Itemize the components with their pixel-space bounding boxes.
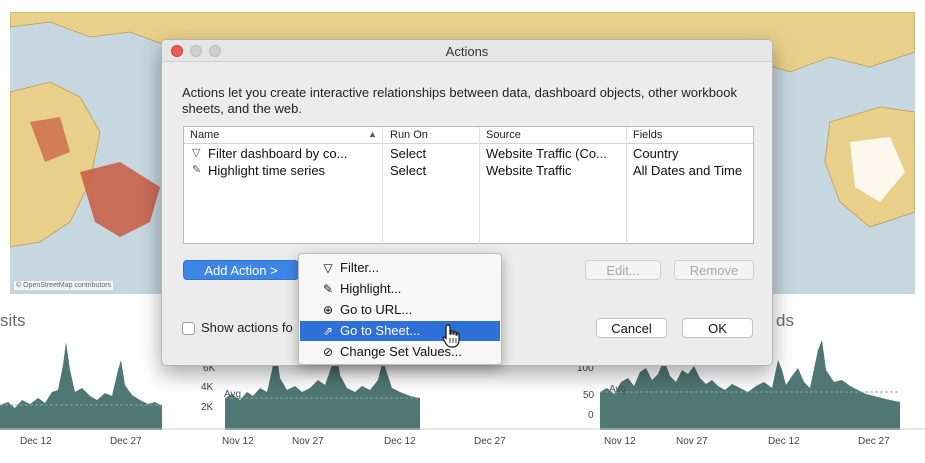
remove-button[interactable]: Remove <box>674 260 754 280</box>
avg-label: Avg <box>224 389 242 400</box>
y-tick: 0 <box>588 410 594 421</box>
x-tick: Nov 27 <box>676 436 708 447</box>
action-source: Website Traffic <box>486 163 572 178</box>
menu-item-highlight[interactable]: ✎ Highlight... <box>300 279 500 299</box>
sort-ascending-icon: ▲ <box>368 129 377 139</box>
cancel-button[interactable]: Cancel <box>596 318 667 338</box>
column-divider <box>479 127 480 244</box>
column-header-run-on[interactable]: Run On <box>390 129 428 141</box>
avg-label: Avg <box>609 384 627 395</box>
x-tick: Dec 12 <box>20 436 52 447</box>
x-tick: Nov 12 <box>222 436 254 447</box>
dialog-description: Actions let you create interactive relat… <box>182 85 737 116</box>
ok-button[interactable]: OK <box>682 318 753 338</box>
menu-item-go-to-sheet[interactable]: ⇗ Go to Sheet... <box>300 321 500 341</box>
x-tick: Dec 27 <box>474 436 506 447</box>
menu-item-label: Filter... <box>340 260 380 275</box>
x-tick: Dec 27 <box>858 436 890 447</box>
action-name: Highlight time series <box>208 163 326 178</box>
table-row[interactable]: ▽ Filter dashboard by co... Select Websi… <box>184 146 753 162</box>
menu-item-go-to-url[interactable]: ⊕ Go to URL... <box>300 300 500 320</box>
y-tick: 50 <box>583 390 595 401</box>
hand-cursor-icon <box>442 324 460 348</box>
dialog-title: Actions <box>445 44 489 59</box>
x-tick: Dec 27 <box>110 436 142 447</box>
x-tick: Dec 12 <box>384 436 416 447</box>
sheet-icon: ⇗ <box>322 324 334 338</box>
add-action-button[interactable]: Add Action > <box>183 260 299 280</box>
action-run-on: Select <box>390 146 427 161</box>
show-actions-checkbox[interactable] <box>182 322 195 335</box>
edit-button[interactable]: Edit... <box>585 260 661 280</box>
menu-item-label: Highlight... <box>340 281 402 296</box>
highlight-icon: ✎ <box>322 282 334 296</box>
column-divider <box>626 127 627 244</box>
actions-table: Name ▲ Run On Source Fields ▽ Filter das… <box>183 126 754 244</box>
menu-item-filter[interactable]: ▽ Filter... <box>300 258 500 278</box>
highlight-icon: ✎ <box>192 164 202 176</box>
menu-item-change-set-values[interactable]: ⊘ Change Set Values... <box>300 342 500 362</box>
show-actions-label: Show actions fo <box>201 320 293 335</box>
action-name: Filter dashboard by co... <box>208 146 348 161</box>
filter-icon: ▽ <box>323 261 333 275</box>
action-fields: All Dates and Time <box>633 163 743 178</box>
x-tick: Nov 27 <box>292 436 324 447</box>
x-tick: Dec 12 <box>768 436 800 447</box>
column-divider <box>382 127 383 244</box>
column-header-fields[interactable]: Fields <box>633 129 662 141</box>
table-row[interactable]: ✎ Highlight time series Select Website T… <box>184 163 753 179</box>
column-header-name[interactable]: Name <box>190 129 219 141</box>
map-attribution[interactable]: © OpenStreetMap contributors <box>14 281 114 290</box>
x-tick: Nov 12 <box>604 436 636 447</box>
action-run-on: Select <box>390 163 427 178</box>
y-tick: 4K <box>201 382 214 393</box>
filter-icon: ▽ <box>192 147 201 159</box>
column-header-source[interactable]: Source <box>486 129 521 141</box>
action-fields: Country <box>633 146 679 161</box>
chart-title-left-fragment: sits <box>0 311 26 330</box>
action-source: Website Traffic (Co... <box>486 146 607 161</box>
y-tick: 2K <box>201 402 214 413</box>
menu-item-label: Go to Sheet... <box>340 323 421 338</box>
set-values-icon: ⊘ <box>322 345 334 359</box>
add-action-menu: ▽ Filter... ✎ Highlight... ⊕ Go to URL..… <box>298 253 502 365</box>
globe-icon: ⊕ <box>322 303 334 317</box>
area-chart-left <box>0 342 162 430</box>
menu-item-label: Go to URL... <box>340 302 413 317</box>
chart-title-right-fragment: ds <box>776 311 794 330</box>
dialog-titlebar[interactable]: Actions <box>162 40 772 62</box>
table-header: Name ▲ Run On Source Fields <box>184 127 753 144</box>
